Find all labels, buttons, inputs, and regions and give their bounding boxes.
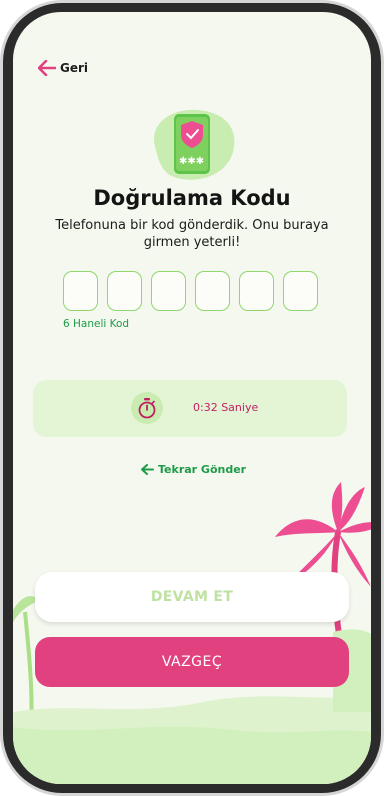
ground-hill-front: [13, 726, 371, 784]
code-digit-1[interactable]: [63, 271, 98, 311]
arrow-left-icon: [141, 464, 154, 475]
cancel-button[interactable]: VAZGEÇ: [35, 637, 349, 687]
device-frame: Geri ✱✱✱ Doğrulama Kodu Telefonuna bir k…: [0, 0, 384, 796]
timer-text: 0:32 Saniye: [193, 401, 259, 414]
timer-card: 0:32 Saniye: [33, 380, 347, 437]
page-title: Doğrulama Kodu: [93, 186, 291, 210]
page-subtitle: Telefonuna bir kod gönderdik. Onu buraya…: [55, 218, 329, 250]
code-digit-6[interactable]: [283, 271, 318, 311]
code-digit-3[interactable]: [151, 271, 186, 311]
resend-button[interactable]: Tekrar Gönder: [141, 463, 246, 476]
svg-text:✱✱✱: ✱✱✱: [179, 156, 204, 167]
continue-button[interactable]: DEVAM ET: [35, 572, 349, 622]
back-button-label: Geri: [60, 61, 89, 75]
code-digit-2[interactable]: [107, 271, 142, 311]
code-digit-4[interactable]: [195, 271, 230, 311]
code-digit-5[interactable]: [239, 271, 274, 311]
verification-screen: Geri ✱✱✱ Doğrulama Kodu Telefonuna bir k…: [13, 12, 371, 784]
phone-shield-icon: ✱✱✱: [154, 109, 235, 180]
code-hint: 6 Haneli Kod: [63, 318, 130, 330]
back-button[interactable]: Geri: [38, 60, 88, 76]
code-input-row: [63, 271, 321, 313]
resend-button-label: Tekrar Gönder: [158, 463, 247, 476]
arrow-left-icon: [38, 60, 56, 76]
stopwatch-icon: [138, 398, 156, 419]
